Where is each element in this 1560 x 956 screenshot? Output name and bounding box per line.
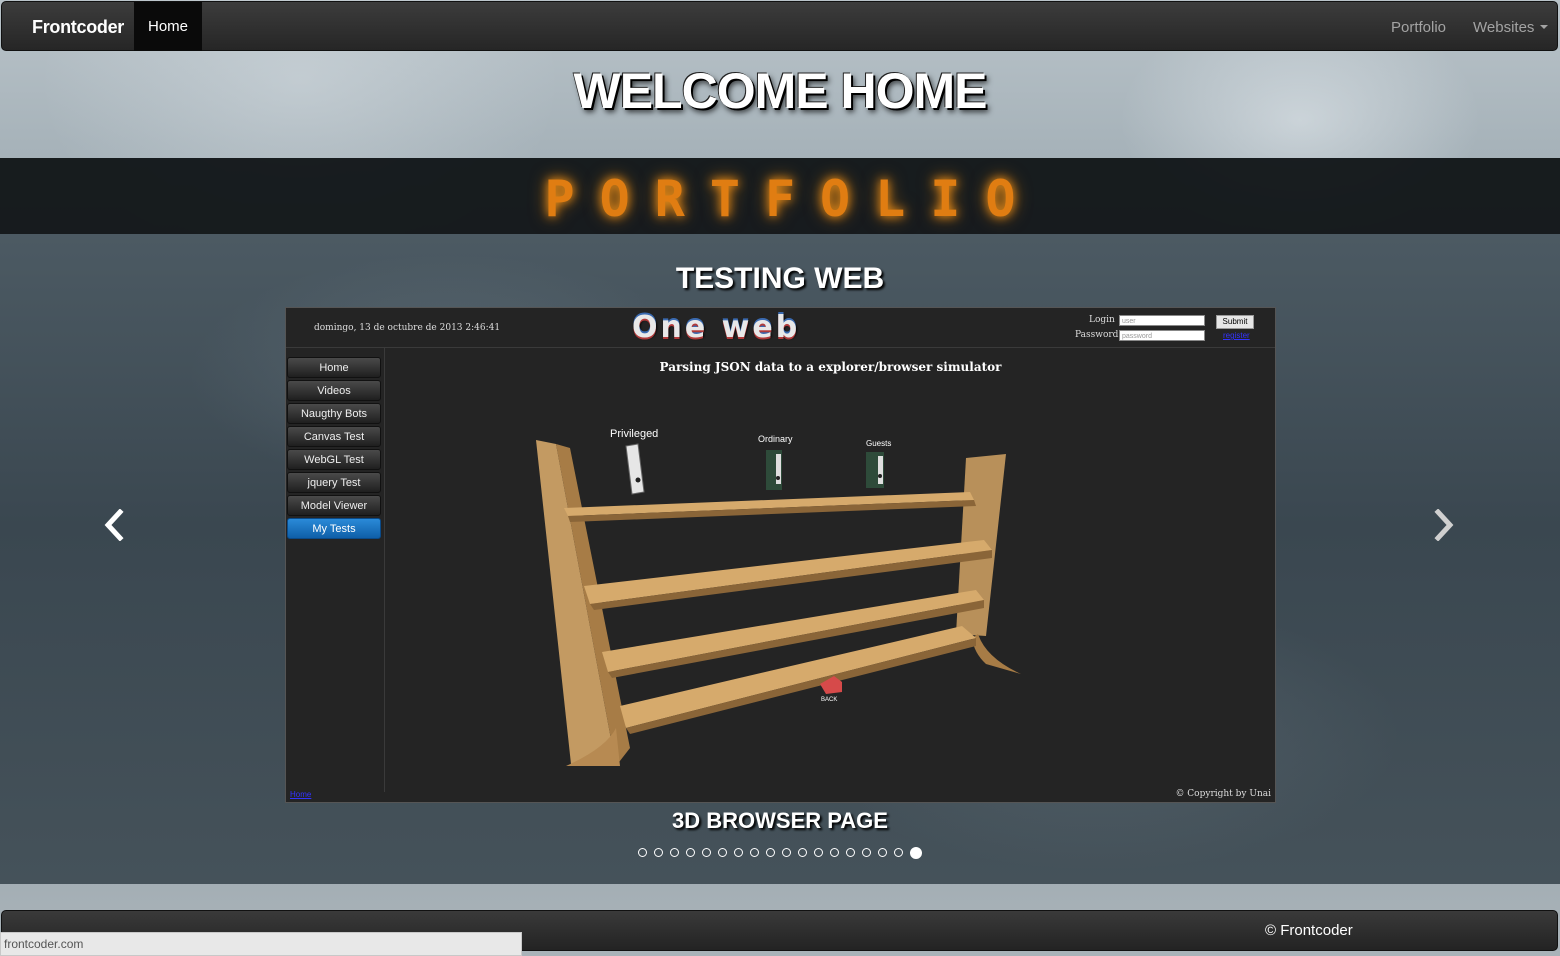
brand-link[interactable]: Frontcoder (32, 17, 124, 38)
portfolio-heading: PORTFOLIO (544, 170, 1041, 228)
caret-down-icon (1540, 25, 1549, 29)
carousel-next-icon[interactable] (1432, 508, 1456, 550)
chevron-right-icon (1434, 508, 1454, 542)
label-privileged: Privileged (610, 428, 658, 440)
carousel-dot-5[interactable] (702, 848, 711, 857)
nav-websites-label: Websites (1473, 19, 1535, 36)
carousel-dot-18[interactable] (910, 847, 922, 859)
welcome-heading: WELCOME HOME (573, 63, 988, 119)
carousel-dot-2[interactable] (654, 848, 663, 857)
carousel-dot-4[interactable] (686, 848, 695, 857)
carousel-dot-1[interactable] (638, 848, 647, 857)
carousel-dot-10[interactable] (782, 848, 791, 857)
status-bar-url: frontcoder.com (0, 932, 522, 956)
carousel-dot-8[interactable] (750, 848, 759, 857)
carousel-dot-16[interactable] (878, 848, 887, 857)
back-label: BACK (821, 697, 837, 703)
carousel-dot-6[interactable] (718, 848, 727, 857)
binder-privileged (625, 443, 645, 495)
binder-guests-label (878, 456, 883, 484)
slide-caption: 3D BROWSER PAGE (672, 808, 888, 833)
chevron-left-icon (104, 508, 124, 542)
footer-copyright: © Frontcoder (1265, 922, 1353, 939)
label-ordinary: Ordinary (758, 434, 793, 444)
label-guests: Guests (866, 439, 891, 448)
binder-privileged-ring (635, 477, 641, 483)
shelf-board-3 (602, 590, 984, 672)
carousel-dot-13[interactable] (830, 848, 839, 857)
nav-websites-dropdown[interactable]: Websites (1473, 19, 1549, 36)
carousel-dot-11[interactable] (798, 848, 807, 857)
navbar: Frontcoder Home Portfolio Websites (1, 1, 1558, 51)
inner-copyright: © Copyright by Unai (1175, 789, 1271, 799)
shelf-board-2 (584, 540, 992, 604)
binder-ordinary-ring (776, 476, 780, 480)
carousel-dot-9[interactable] (766, 848, 775, 857)
shelf-right-foot (972, 634, 1021, 674)
binder-guests-ring (878, 474, 882, 478)
bookshelf-3d-scene: Privileged Ordinary Guests BACK (536, 428, 1021, 766)
carousel-dot-12[interactable] (814, 848, 823, 857)
inner-home-link: Home (290, 790, 312, 799)
carousel-prev-icon[interactable] (102, 508, 126, 550)
carousel-dot-7[interactable] (734, 848, 743, 857)
slide-title: TESTING WEB (675, 262, 885, 295)
carousel-dot-3[interactable] (670, 848, 679, 857)
carousel-dot-14[interactable] (846, 848, 855, 857)
carousel-dot-17[interactable] (894, 848, 903, 857)
slide-image[interactable]: domingo, 13 de octubre de 2013 2:46:41 O… (285, 307, 1276, 803)
carousel-dot-15[interactable] (862, 848, 871, 857)
nav-portfolio[interactable]: Portfolio (1391, 19, 1446, 36)
nav-home[interactable]: Home (134, 2, 202, 51)
